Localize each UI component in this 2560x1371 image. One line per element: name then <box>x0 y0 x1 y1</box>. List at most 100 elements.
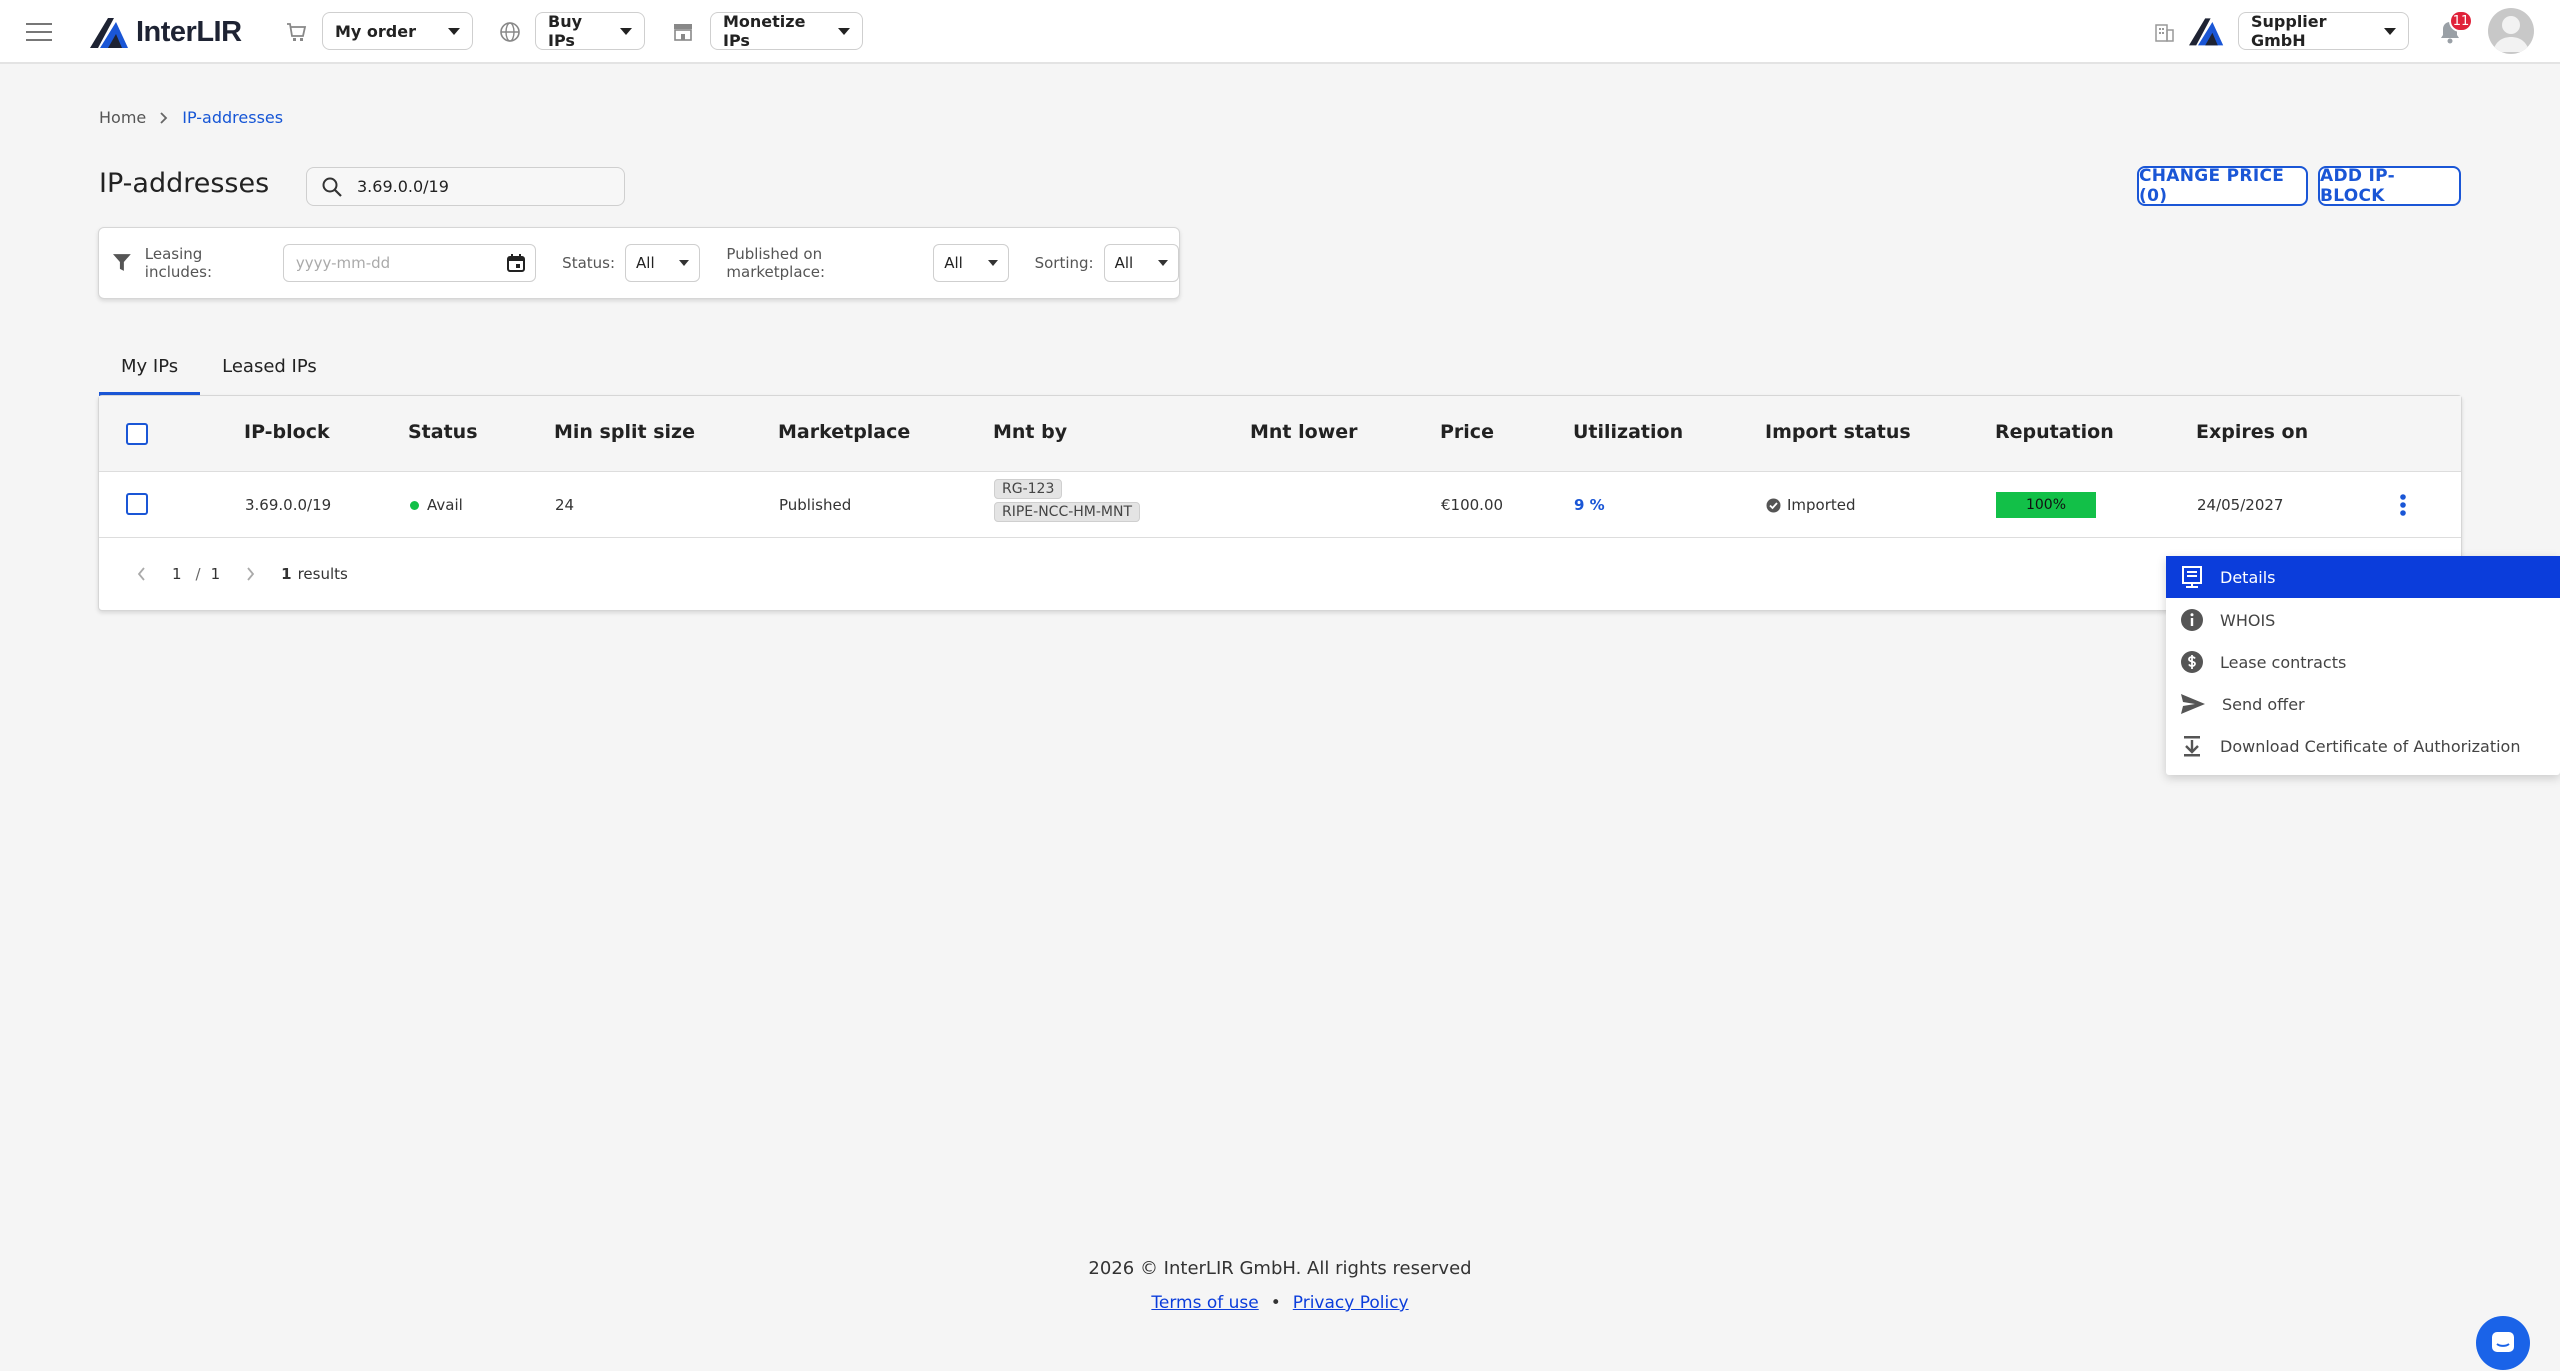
store-icon <box>672 21 694 43</box>
search-box[interactable] <box>306 167 625 206</box>
status-text: Avail <box>427 496 463 514</box>
col-min-split[interactable]: Min split size <box>554 421 695 443</box>
buy-ips-dropdown[interactable]: Buy IPs <box>535 12 645 50</box>
menu-item-download-certificate[interactable]: Download Certificate of Authorization <box>2166 725 2560 767</box>
table-row[interactable]: 3.69.0.0/19 Avail 24 Published RG-123 RI… <box>99 472 2461 538</box>
tab-my-ips[interactable]: My IPs <box>99 340 201 396</box>
col-ip-block[interactable]: IP-block <box>244 421 330 443</box>
chevron-right-icon <box>160 111 168 124</box>
company-dropdown[interactable]: Supplier GmbH <box>2238 12 2409 50</box>
col-mnt-by[interactable]: Mnt by <box>993 421 1067 443</box>
menu-item-lease-contracts[interactable]: Lease contracts <box>2166 641 2560 683</box>
sorting-select-value: All <box>1114 254 1134 272</box>
breadcrumb: Home IP-addresses <box>99 108 283 127</box>
menu-hamburger-icon[interactable] <box>26 21 52 43</box>
page-separator: / <box>195 565 201 583</box>
ip-table: IP-block Status Min split size Marketpla… <box>98 395 2462 611</box>
terms-link[interactable]: Terms of use <box>1151 1293 1258 1313</box>
col-status[interactable]: Status <box>408 421 478 443</box>
tab-leased-ips[interactable]: Leased IPs <box>200 340 339 396</box>
col-marketplace[interactable]: Marketplace <box>778 421 910 443</box>
sorting-label: Sorting: <box>1034 254 1094 272</box>
download-icon <box>2184 736 2200 757</box>
date-placeholder: yyyy-mm-dd <box>295 254 391 272</box>
more-actions-icon[interactable] <box>2399 493 2407 517</box>
prev-page-icon[interactable] <box>137 567 146 581</box>
row-checkbox[interactable] <box>126 493 148 515</box>
col-utilization[interactable]: Utilization <box>1573 421 1683 443</box>
col-import-status[interactable]: Import status <box>1765 421 1911 443</box>
add-ip-block-button[interactable]: ADD IP-BLOCK <box>2318 166 2461 206</box>
select-all-checkbox[interactable] <box>126 423 148 445</box>
mnt-chip: RG-123 <box>994 479 1063 499</box>
table-header: IP-block Status Min split size Marketpla… <box>99 396 2461 472</box>
expires-cell: 24/05/2027 <box>2197 496 2284 514</box>
import-status-cell: Imported <box>1766 496 1856 514</box>
published-select[interactable]: All <box>933 244 1009 282</box>
footer: 2026 © InterLIR GmbH. All rights reserve… <box>0 1258 2560 1313</box>
page-total: 1 <box>210 565 221 583</box>
reputation-cell: 100% <box>1996 492 2096 518</box>
my-order-dropdown[interactable]: My order <box>322 12 473 50</box>
menu-item-label: Download Certificate of Authorization <box>2220 736 2521 756</box>
chevron-down-icon <box>1157 260 1168 266</box>
import-status-text: Imported <box>1787 496 1856 514</box>
results-label: results <box>297 565 348 583</box>
tabs-bar: My IPs Leased IPs <box>99 340 339 396</box>
min-split-cell: 24 <box>555 496 575 514</box>
search-input[interactable] <box>357 177 597 196</box>
mnt-by-cell: RG-123 RIPE-NCC-HM-MNT <box>994 479 1141 522</box>
chat-widget-button[interactable] <box>2476 1316 2530 1370</box>
cart-icon <box>285 21 307 43</box>
sorting-select[interactable]: All <box>1103 244 1179 282</box>
status-select[interactable]: All <box>625 244 701 282</box>
user-avatar[interactable] <box>2488 8 2534 54</box>
breadcrumb-home[interactable]: Home <box>99 108 146 127</box>
reputation-bar: 100% <box>1996 492 2096 518</box>
logo-mark-icon <box>90 18 128 48</box>
info-icon <box>2181 609 2203 631</box>
menu-item-label: Lease contracts <box>2220 652 2347 672</box>
col-reputation[interactable]: Reputation <box>1995 421 2114 443</box>
check-badge-icon <box>1766 498 1781 512</box>
chevron-down-icon <box>448 27 460 35</box>
chevron-down-icon <box>620 27 632 35</box>
col-mnt-lower[interactable]: Mnt lower <box>1250 421 1358 443</box>
row-context-menu: Details WHOIS Lease contracts Send offer… <box>2166 556 2560 775</box>
search-icon <box>322 177 342 197</box>
privacy-link[interactable]: Privacy Policy <box>1293 1293 1409 1313</box>
status-select-value: All <box>636 254 655 272</box>
logo-text: InterLIR <box>136 15 242 48</box>
menu-item-send-offer[interactable]: Send offer <box>2166 683 2560 725</box>
chevron-down-icon <box>838 27 850 35</box>
utilization-link[interactable]: 9 % <box>1574 496 1605 514</box>
menu-item-label: Details <box>2220 567 2276 587</box>
col-expires-on[interactable]: Expires on <box>2196 421 2308 443</box>
chevron-down-icon <box>987 260 998 266</box>
calendar-icon[interactable] <box>507 254 526 272</box>
notification-badge: 11 <box>2449 10 2473 32</box>
change-price-button[interactable]: CHANGE PRICE (0) <box>2137 166 2308 206</box>
interlir-logo[interactable]: InterLIR <box>90 14 242 50</box>
globe-icon <box>499 21 521 43</box>
monetize-ips-dropdown[interactable]: Monetize IPs <box>710 12 863 50</box>
menu-item-label: WHOIS <box>2220 610 2276 630</box>
footer-bullet: • <box>1270 1293 1281 1313</box>
menu-item-whois[interactable]: WHOIS <box>2166 599 2560 641</box>
status-dot-icon <box>410 500 419 510</box>
menu-item-details[interactable]: Details <box>2166 556 2560 598</box>
col-price[interactable]: Price <box>1440 421 1494 443</box>
company-label: Supplier GmbH <box>2251 12 2327 50</box>
chevron-down-icon <box>679 260 690 266</box>
price-cell: €100.00 <box>1441 496 1504 514</box>
next-page-icon[interactable] <box>246 567 255 581</box>
ip-block-cell: 3.69.0.0/19 <box>245 496 332 514</box>
published-label: Published on marketplace: <box>726 245 826 281</box>
send-icon <box>2181 694 2205 714</box>
breadcrumb-current[interactable]: IP-addresses <box>182 108 283 127</box>
leasing-date-input[interactable]: yyyy-mm-dd <box>282 244 537 282</box>
status-label: Status: <box>562 254 616 272</box>
details-icon <box>2182 566 2202 588</box>
status-cell: Avail <box>410 496 463 514</box>
company-logo-icon <box>2189 16 2225 46</box>
